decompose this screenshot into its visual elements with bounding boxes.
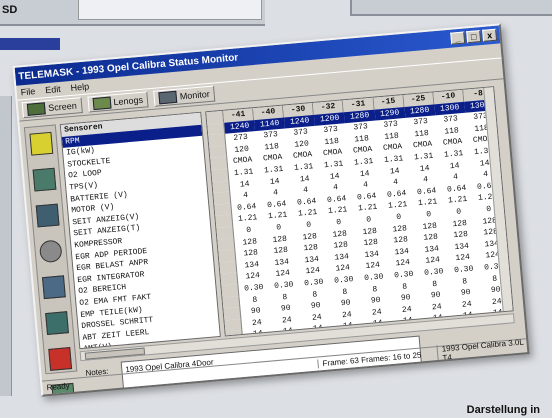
page-caption: Darstellung in <box>466 404 540 416</box>
parameter-list[interactable]: Sensoren RPM IG(kW) STOCKELTE O2 LOOP TPS(V)… <box>59 111 221 350</box>
menu-help[interactable]: Help <box>70 81 89 93</box>
gauge-icon[interactable] <box>38 239 63 264</box>
main-body: Sensoren RPM IG(kW) STOCKELTE O2 LOOP TPS(V)… <box>20 81 528 397</box>
list-icon[interactable] <box>48 347 73 371</box>
chart-icon[interactable] <box>35 203 60 228</box>
background-window-right <box>350 0 552 16</box>
background-window: SD <box>0 0 265 26</box>
screen-button[interactable]: Screen <box>21 97 83 119</box>
scrollbar-thumb[interactable] <box>84 347 146 360</box>
screen-label: Screen <box>47 100 78 114</box>
sensor-icon[interactable] <box>45 311 69 335</box>
maximize-button[interactable]: □ <box>466 30 482 44</box>
log-icon <box>92 96 112 111</box>
background-corner-label: SD <box>2 4 18 16</box>
app-window: TELEMASK - 1993 Opel Calibra Status Moni… <box>12 23 530 397</box>
monitor-button[interactable]: Monitor <box>153 85 216 107</box>
screen-icon <box>26 102 46 116</box>
data-grid[interactable]: -41 -40 -30 -32 -31 -15 -25 -10 -8 1240 1140 1240 1… <box>205 86 514 337</box>
background-strip <box>0 96 12 396</box>
status-vehicle: 1993 Opel Calibra 3.0L T4 <box>436 336 528 363</box>
engine-icon[interactable] <box>32 167 57 192</box>
minimize-button[interactable]: _ <box>450 31 466 45</box>
background-title-bar <box>0 38 60 50</box>
lenogs-button[interactable]: Lenogs <box>86 91 149 113</box>
settings-icon[interactable] <box>41 275 66 300</box>
grid-row-header <box>225 330 244 337</box>
close-button[interactable]: x <box>482 28 498 42</box>
lenogs-label: Lenogs <box>113 94 144 108</box>
menu-file[interactable]: File <box>20 86 35 97</box>
folder-icon[interactable] <box>29 131 54 156</box>
menu-edit[interactable]: Edit <box>45 84 61 95</box>
monitor-icon <box>158 90 178 105</box>
monitor-label: Monitor <box>179 88 211 102</box>
background-field <box>78 0 262 20</box>
